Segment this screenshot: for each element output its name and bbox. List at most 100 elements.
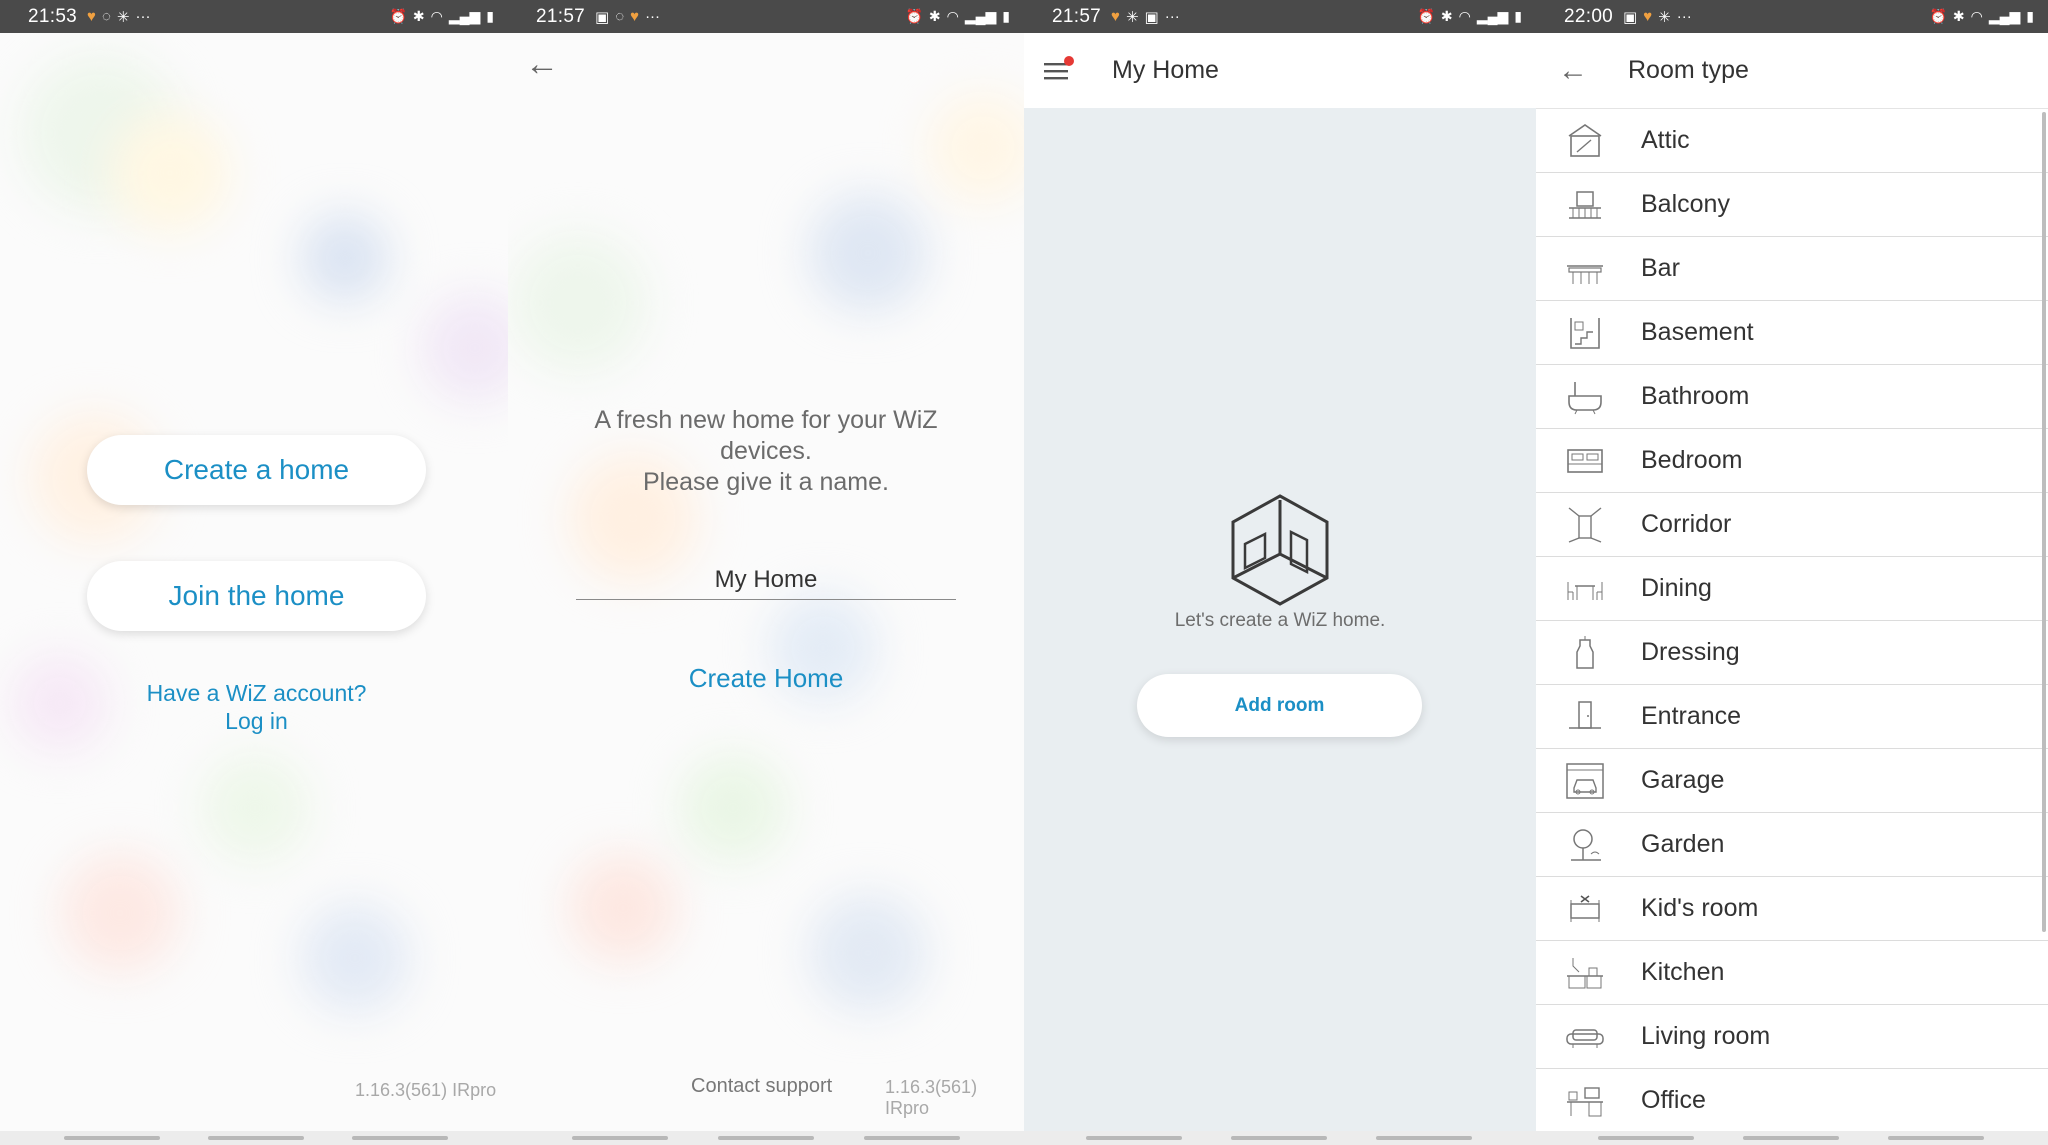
gallery-notification-icon: ▣	[1623, 8, 1638, 26]
intro-line-3: Please give it a name.	[643, 468, 889, 496]
status-time: 21:57	[536, 5, 586, 27]
kitchen-icon	[1564, 953, 1606, 993]
room-row-basement[interactable]: Basement	[1536, 301, 2048, 365]
gesture-bar	[1536, 1131, 2048, 1145]
status-bar: 21:57 ♥ ✳ ▣ ··· ⏰ ✱ ◠ ▂▄▆ ▮	[1024, 0, 1536, 33]
more-notifications-icon: ···	[1164, 8, 1180, 25]
room-row-living-room[interactable]: Living room	[1536, 1005, 2048, 1069]
room-row-dining[interactable]: Dining	[1536, 557, 2048, 621]
signal-icon: ▂▄▆	[1476, 8, 1509, 24]
room-type-list: Attic Balcony Bar Basement Bathroom Bedr…	[1536, 108, 2048, 1131]
status-time: 22:00	[1564, 5, 1614, 27]
room-row-bathroom[interactable]: Bathroom	[1536, 365, 2048, 429]
garage-icon	[1564, 761, 1606, 801]
contact-support-link[interactable]: Contact support	[691, 1075, 832, 1098]
living-room-icon	[1564, 1017, 1606, 1057]
alarm-icon: ⏰	[389, 8, 407, 24]
home-name-input[interactable]	[576, 560, 956, 600]
wifi-icon: ◠	[430, 8, 443, 24]
room-row-kitchen[interactable]: Kitchen	[1536, 941, 2048, 1005]
gallery-notification-icon: ▣	[595, 8, 610, 26]
room-row-bedroom[interactable]: Bedroom	[1536, 429, 2048, 493]
create-home-button[interactable]: Create Home	[508, 663, 1024, 694]
office-icon	[1564, 1081, 1606, 1121]
heart-notification-icon: ♥	[630, 8, 640, 25]
nav-pill-right[interactable]	[352, 1136, 448, 1140]
nav-pill-center[interactable]	[1743, 1136, 1839, 1140]
heart-notification-icon: ♥	[87, 8, 96, 25]
gesture-bar	[508, 1131, 1024, 1145]
notification-dot	[1064, 55, 1074, 66]
wifi-icon: ◠	[1458, 8, 1471, 24]
alarm-icon: ⏰	[1929, 8, 1947, 24]
empty-home-area: Let's create a WiZ home. Add room	[1024, 108, 1536, 1131]
nav-pill-center[interactable]	[718, 1136, 814, 1140]
room-row-office[interactable]: Office	[1536, 1069, 2048, 1131]
room-row-corridor[interactable]: Corridor	[1536, 493, 2048, 557]
bedroom-icon	[1564, 441, 1606, 481]
fan-notification-icon: ✳	[1125, 8, 1139, 26]
bluetooth-icon: ✱	[1952, 8, 1965, 24]
bluetooth-icon: ✱	[412, 8, 425, 24]
status-time: 21:53	[28, 5, 78, 27]
alarm-icon: ⏰	[1417, 8, 1435, 24]
login-link[interactable]: Log in	[104, 707, 409, 735]
nav-pill-right[interactable]	[864, 1136, 960, 1140]
room-row-garage[interactable]: Garage	[1536, 749, 2048, 813]
whatsapp-notification-icon: ◌	[615, 8, 625, 25]
bathroom-icon	[1564, 377, 1606, 417]
version-label: 1.16.3(561) IRpro	[355, 1080, 497, 1100]
more-notifications-icon: ···	[135, 8, 151, 25]
room-row-bar[interactable]: Bar	[1536, 237, 2048, 301]
basement-icon	[1564, 313, 1606, 353]
room-row-entrance[interactable]: Entrance	[1536, 685, 2048, 749]
name-home-screen: 21:57 ▣ ◌ ♥ ··· ⏰ ✱ ◠ ▂▄▆ ▮ ← A fresh ne…	[508, 0, 1024, 1145]
nav-pill-left[interactable]	[572, 1136, 668, 1140]
bluetooth-icon: ✱	[928, 8, 941, 24]
fan-notification-icon: ✳	[1658, 8, 1671, 26]
back-arrow-icon[interactable]: ←	[1558, 54, 1588, 88]
room-row-kids-room[interactable]: Kid's room	[1536, 877, 2048, 941]
room-row-attic[interactable]: Attic	[1536, 109, 2048, 173]
more-notifications-icon: ···	[645, 8, 661, 25]
room-row-dressing[interactable]: Dressing	[1536, 621, 2048, 685]
add-room-button[interactable]: Add room	[1137, 674, 1422, 737]
nav-pill-center[interactable]	[208, 1136, 304, 1140]
dining-icon	[1564, 569, 1606, 609]
alarm-icon: ⏰	[905, 8, 923, 24]
room-row-balcony[interactable]: Balcony	[1536, 173, 2048, 237]
battery-icon: ▮	[1514, 8, 1522, 24]
gallery-notification-icon: ▣	[1144, 8, 1159, 26]
list-scrollbar[interactable]	[2042, 112, 2046, 932]
room-row-garden[interactable]: Garden	[1536, 813, 2048, 877]
page-title: My Home	[1112, 56, 1219, 84]
nav-pill-left[interactable]	[1086, 1136, 1182, 1140]
app-bar: ← Room type	[1536, 33, 2048, 108]
my-home-screen: 21:57 ♥ ✳ ▣ ··· ⏰ ✱ ◠ ▂▄▆ ▮ My Home Let'…	[1024, 0, 1536, 1145]
more-notifications-icon: ···	[1676, 8, 1692, 25]
signal-icon: ▂▄▆	[964, 8, 997, 24]
nav-pill-left[interactable]	[64, 1136, 160, 1140]
hamburger-menu-icon[interactable]	[1044, 55, 1074, 82]
corridor-icon	[1564, 505, 1606, 545]
join-home-button[interactable]: Join the home	[87, 561, 426, 631]
nav-pill-right[interactable]	[1376, 1136, 1472, 1140]
account-question-link[interactable]: Have a WiZ account?	[104, 679, 409, 707]
wifi-icon: ◠	[946, 8, 959, 24]
garden-icon	[1564, 825, 1606, 865]
signal-icon: ▂▄▆	[448, 8, 481, 24]
attic-icon	[1564, 121, 1606, 161]
bar-icon	[1564, 249, 1606, 289]
empty-state-caption: Let's create a WiZ home.	[1174, 610, 1386, 631]
gesture-bar	[0, 1131, 508, 1145]
create-home-button[interactable]: Create a home	[87, 435, 426, 505]
nav-pill-right[interactable]	[1888, 1136, 1984, 1140]
back-arrow-icon[interactable]: ←	[525, 47, 559, 81]
nav-pill-center[interactable]	[1231, 1136, 1327, 1140]
signal-icon: ▂▄▆	[1988, 8, 2021, 24]
bluetooth-icon: ✱	[1440, 8, 1453, 24]
nav-pill-left[interactable]	[1598, 1136, 1694, 1140]
fan-notification-icon: ✳	[116, 8, 130, 26]
status-bar: 21:57 ▣ ◌ ♥ ··· ⏰ ✱ ◠ ▂▄▆ ▮	[508, 0, 1024, 33]
version-label: 1.16.3(561) IRpro	[885, 1077, 978, 1118]
